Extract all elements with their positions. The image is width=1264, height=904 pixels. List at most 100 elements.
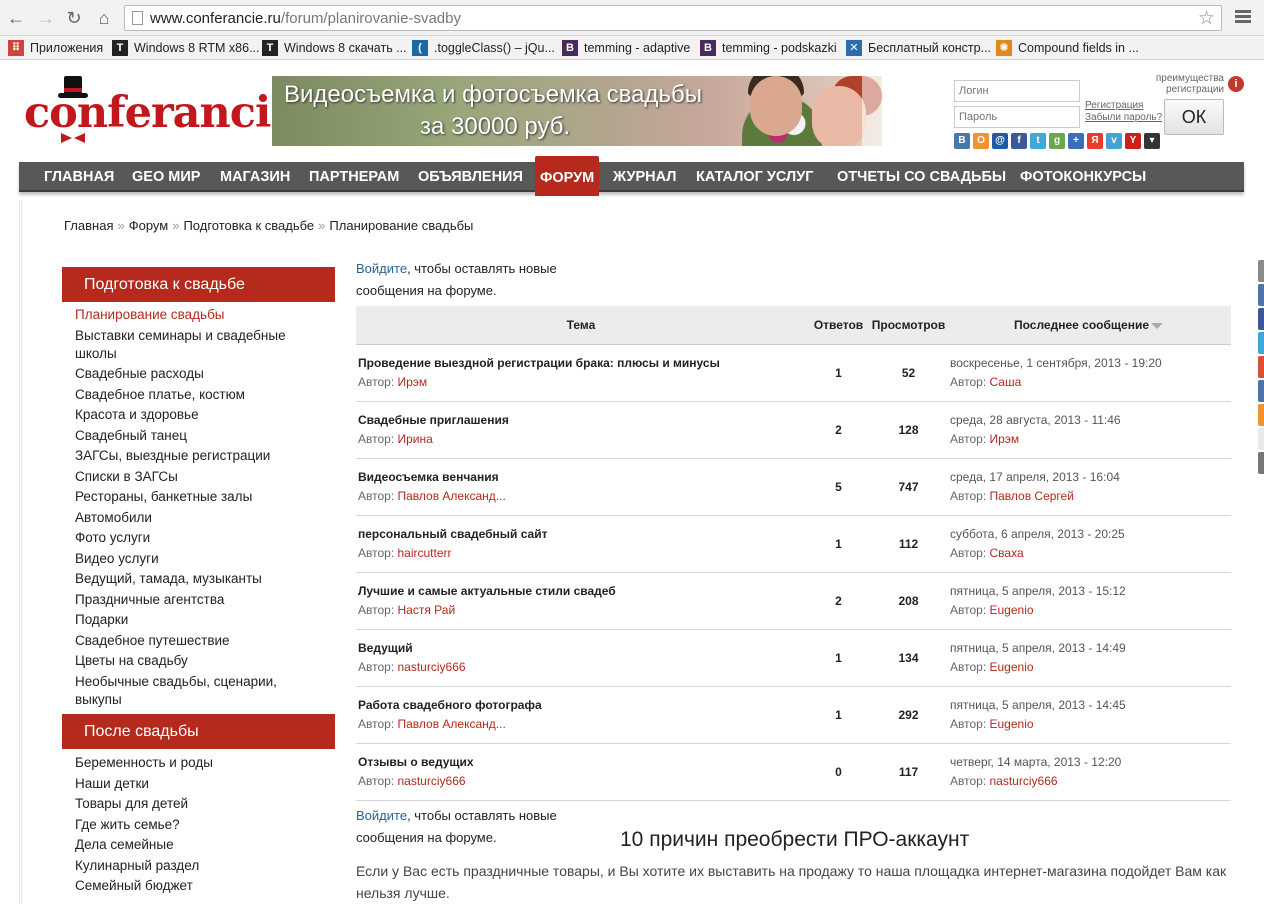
social-login-icon[interactable]: ▾ bbox=[1144, 133, 1160, 149]
breadcrumb-forum[interactable]: Форум bbox=[129, 218, 169, 233]
col-topic-header[interactable]: Тема bbox=[356, 306, 806, 345]
last-post-author-link[interactable]: Сваха bbox=[990, 546, 1024, 560]
login-link[interactable]: Войдите bbox=[356, 261, 407, 276]
sidebar-item[interactable]: Фото услуги bbox=[75, 529, 325, 547]
sidebar-item[interactable]: Свадебное путешествие bbox=[75, 632, 325, 650]
registration-advantages-link[interactable]: преимущества регистрации bbox=[1130, 73, 1224, 95]
address-bar[interactable]: www.conferancie.ru/forum/planirovanie-sv… bbox=[124, 5, 1222, 31]
topic-title-link[interactable]: Работа свадебного фотографа bbox=[358, 698, 806, 712]
sidebar-item[interactable]: Свадебные расходы bbox=[75, 365, 325, 383]
sidebar-item[interactable]: Праздничные агентства bbox=[75, 591, 325, 609]
sidebar-item[interactable]: Ведущий, тамада, музыканты bbox=[75, 570, 325, 588]
sidebar-item[interactable]: Дела семейные bbox=[75, 836, 325, 854]
register-link[interactable]: Регистрация bbox=[1085, 100, 1143, 111]
topic-author-link[interactable]: nasturciy666 bbox=[398, 774, 466, 788]
topic-title-link[interactable]: Свадебные приглашения bbox=[358, 413, 806, 427]
sidebar-item[interactable]: Видео услуги bbox=[75, 550, 325, 568]
bookmark-item[interactable]: T Windows 8 RTM x86... bbox=[112, 39, 260, 57]
sidebar-item[interactable]: Семейный бюджет bbox=[75, 877, 325, 895]
sidebar-item[interactable]: Цветы на свадьбу bbox=[75, 652, 325, 670]
bookmark-star-icon[interactable]: ☆ bbox=[1198, 7, 1215, 30]
topic-author-link[interactable]: haircutterr bbox=[398, 546, 452, 560]
forgot-password-link[interactable]: Забыли пароль? bbox=[1085, 112, 1162, 123]
social-login-icon[interactable]: f bbox=[1011, 133, 1027, 149]
menu-item[interactable]: ФОТОКОНКУРСЫ bbox=[1020, 162, 1146, 192]
menu-item[interactable]: КАТАЛОГ УСЛУГ bbox=[696, 162, 813, 192]
topic-title-link[interactable]: Проведение выездной регистрации брака: п… bbox=[358, 356, 806, 370]
sidebar-item[interactable]: Автомобили bbox=[75, 509, 325, 527]
sidebar-section-after-wedding[interactable]: После свадьбы bbox=[62, 714, 335, 749]
col-replies-header[interactable]: Ответов bbox=[806, 306, 871, 345]
menu-item[interactable]: ПАРТНЕРАМ bbox=[309, 162, 399, 192]
reload-icon[interactable]: ↻ bbox=[64, 8, 84, 28]
last-post-author-link[interactable]: Eugenio bbox=[990, 603, 1034, 617]
menu-item[interactable]: ФОРУМ bbox=[535, 156, 600, 196]
social-login-icon[interactable]: v bbox=[1106, 133, 1122, 149]
social-login-icon[interactable]: О bbox=[973, 133, 989, 149]
sidebar-item[interactable]: Где жить семье? bbox=[75, 816, 325, 834]
sidebar-item[interactable]: Свадебный танец bbox=[75, 427, 325, 445]
breadcrumb-home[interactable]: Главная bbox=[64, 218, 113, 233]
last-post-author-link[interactable]: Eugenio bbox=[990, 717, 1034, 731]
ad-banner[interactable]: Видеосъемка и фотосъемка свадьбы за 3000… bbox=[272, 76, 882, 146]
sidebar-item[interactable]: Товары для детей bbox=[75, 795, 325, 813]
sidebar-item[interactable]: Списки в ЗАГСы bbox=[75, 468, 325, 486]
breadcrumb-preparation[interactable]: Подготовка к свадьбе bbox=[183, 218, 314, 233]
sidebar-item[interactable]: Свадебное платье, костюм bbox=[75, 386, 325, 404]
sidebar-item[interactable]: Беременность и роды bbox=[75, 754, 325, 772]
login-ok-button[interactable]: ОК bbox=[1164, 99, 1224, 135]
last-post-author-link[interactable]: Саша bbox=[990, 375, 1022, 389]
sidebar-item[interactable]: Рестораны, банкетные залы bbox=[75, 488, 325, 506]
col-views-header[interactable]: Просмотров bbox=[871, 306, 946, 345]
sidebar-item[interactable]: Подарки bbox=[75, 611, 325, 629]
last-post-author-link[interactable]: Ирэм bbox=[990, 432, 1020, 446]
sidebar-item[interactable]: Выставки семинары и свадебные школы bbox=[75, 327, 325, 363]
forward-icon[interactable]: → bbox=[36, 8, 56, 28]
topic-author-link[interactable]: Настя Рай bbox=[398, 603, 456, 617]
topic-title-link[interactable]: персональный свадебный сайт bbox=[358, 527, 806, 541]
col-last-header[interactable]: Последнее сообщение bbox=[946, 306, 1231, 345]
home-icon[interactable]: ⌂ bbox=[94, 8, 114, 28]
bookmark-item[interactable]: ✕ Бесплатный констр... bbox=[846, 39, 991, 57]
menu-item[interactable]: ОТЧЕТЫ СО СВАДЬБЫ bbox=[837, 162, 1006, 192]
social-login-icon[interactable]: + bbox=[1068, 133, 1084, 149]
bookmark-item[interactable]: T Windows 8 скачать ... bbox=[262, 39, 407, 57]
menu-item[interactable]: МАГАЗИН bbox=[220, 162, 290, 192]
social-login-icon[interactable]: В bbox=[954, 133, 970, 149]
sidebar-item[interactable]: Красота и здоровье bbox=[75, 406, 325, 424]
password-input[interactable] bbox=[954, 106, 1080, 128]
topic-author-link[interactable]: nasturciy666 bbox=[398, 660, 466, 674]
topic-title-link[interactable]: Лучшие и самые актуальные стили свадеб bbox=[358, 584, 806, 598]
social-login-icon[interactable]: Y bbox=[1125, 133, 1141, 149]
social-login-icon[interactable]: @ bbox=[992, 133, 1008, 149]
sidebar-item[interactable]: ЗАГСы, выездные регистрации bbox=[75, 447, 325, 465]
topic-author-link[interactable]: Павлов Александ... bbox=[398, 489, 506, 503]
social-login-icon[interactable]: g bbox=[1049, 133, 1065, 149]
sidebar-item[interactable]: Планирование свадьбы bbox=[75, 306, 325, 324]
sidebar-item[interactable]: Необычные свадьбы, сценарии, выкупы bbox=[75, 673, 325, 709]
menu-item[interactable]: ГЛАВНАЯ bbox=[44, 162, 114, 192]
browser-menu-icon[interactable] bbox=[1232, 8, 1254, 28]
bookmark-item[interactable]: ✺ Compound fields in ... bbox=[996, 39, 1139, 57]
last-post-author-link[interactable]: nasturciy666 bbox=[990, 774, 1058, 788]
menu-item[interactable]: ЖУРНАЛ bbox=[613, 162, 676, 192]
menu-item[interactable]: GEO МИР bbox=[132, 162, 200, 192]
topic-title-link[interactable]: Видеосъемка венчания bbox=[358, 470, 806, 484]
info-icon[interactable]: i bbox=[1228, 76, 1244, 92]
last-post-author-link[interactable]: Павлов Сергей bbox=[990, 489, 1074, 503]
bookmark-item[interactable]: Btemming - podskazki bbox=[700, 39, 837, 57]
social-login-icon[interactable]: t bbox=[1030, 133, 1046, 149]
bookmark-item[interactable]: ⠿ Приложения bbox=[8, 39, 103, 57]
back-icon[interactable]: ← bbox=[6, 8, 26, 28]
menu-item[interactable]: ОБЪЯВЛЕНИЯ bbox=[418, 162, 523, 192]
topic-author-link[interactable]: Ирина bbox=[398, 432, 433, 446]
social-login-icon[interactable]: Я bbox=[1087, 133, 1103, 149]
sidebar-item[interactable]: Кулинарный раздел bbox=[75, 857, 325, 875]
sidebar-item[interactable]: Наши детки bbox=[75, 775, 325, 793]
last-post-author-link[interactable]: Eugenio bbox=[990, 660, 1034, 674]
topic-author-link[interactable]: Ирэм bbox=[398, 375, 428, 389]
login-link-bottom[interactable]: Войдите bbox=[356, 808, 407, 823]
site-logo[interactable]: conferancie bbox=[24, 74, 298, 143]
bookmark-item[interactable]: Btemming - adaptive bbox=[562, 39, 690, 57]
topic-title-link[interactable]: Отзывы о ведущих bbox=[358, 755, 806, 769]
